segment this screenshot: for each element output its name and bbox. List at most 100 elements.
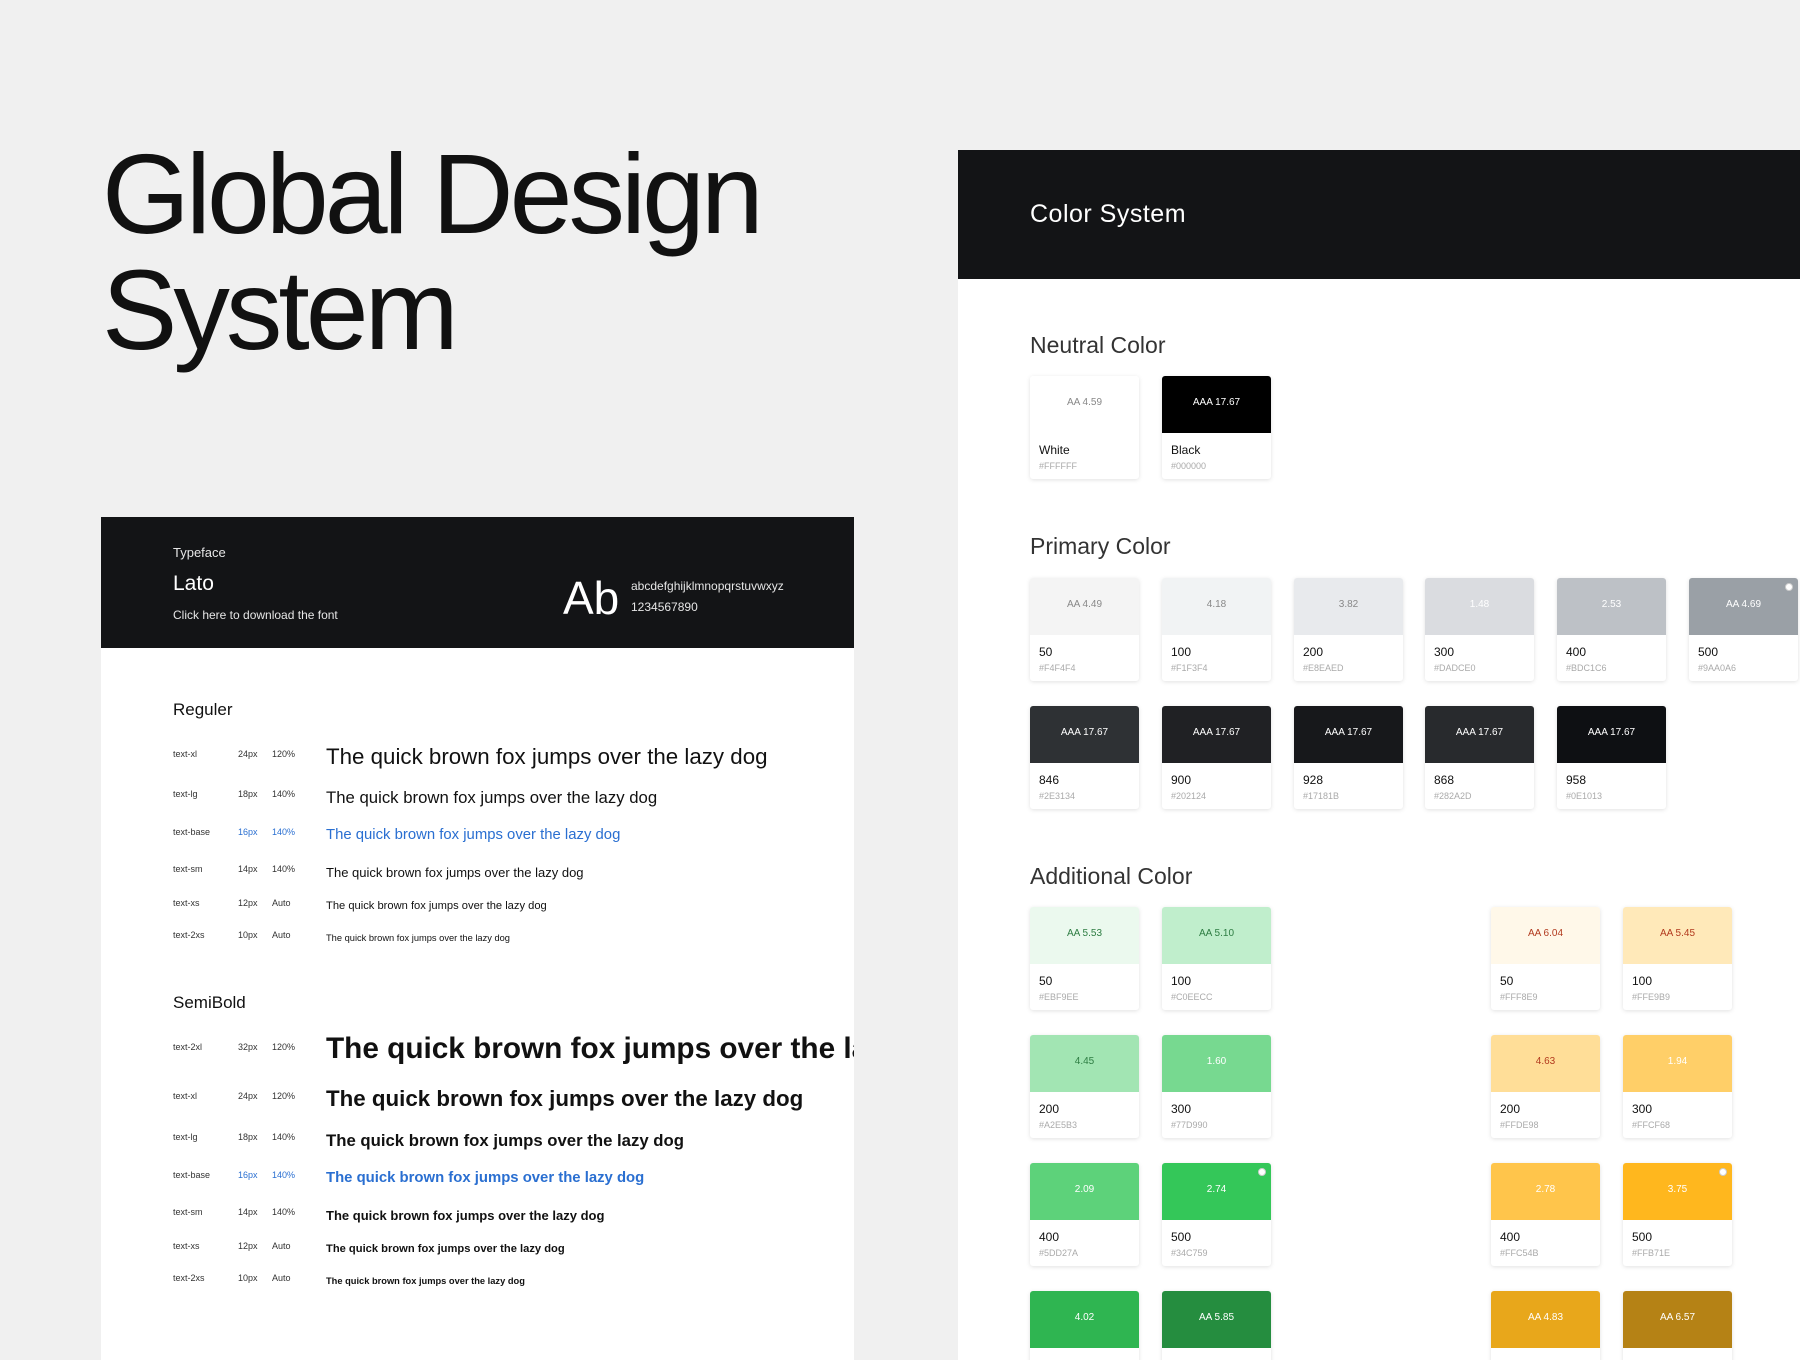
swatch-name: White bbox=[1039, 443, 1070, 457]
color-swatch[interactable]: AA 4.59 White #FFFFFF bbox=[1030, 376, 1139, 479]
contrast-ratio: AA 6.04 bbox=[1527, 928, 1564, 939]
swatch-color: 3.82 bbox=[1294, 578, 1403, 635]
swatch-name: 500 bbox=[1698, 645, 1719, 659]
color-swatch[interactable]: AAA 17.67 928 #17181B bbox=[1294, 706, 1403, 809]
type-size: 24px bbox=[238, 1091, 258, 1101]
color-swatch[interactable]: AAA 17.67 900 #202124 bbox=[1162, 706, 1271, 809]
swatch-color: AA 4.69 bbox=[1689, 578, 1798, 635]
type-scale-row: text-xl 24px 120% The quick brown fox jumps… bbox=[173, 1086, 813, 1111]
swatch-hex: #202124 bbox=[1171, 791, 1207, 801]
type-sample-text: The quick brown fox jumps over the lazy … bbox=[326, 900, 547, 913]
contrast-ratio: 4.18 bbox=[1206, 599, 1227, 610]
contrast-ratio: AA 4.59 bbox=[1066, 397, 1103, 408]
neutral-color-heading: Neutral Color bbox=[1030, 332, 1166, 358]
type-scale-row: text-sm 14px 140% The quick brown fox jumps… bbox=[173, 1207, 813, 1227]
color-swatch[interactable]: AA 6.04 50 #FFF8E9 bbox=[1491, 907, 1600, 1010]
contrast-ratio: AA 5.85 bbox=[1198, 1312, 1235, 1323]
color-swatch[interactable]: AA 4.49 50 #F4F4F4 bbox=[1030, 578, 1139, 681]
swatch-color: AAA 17.67 bbox=[1030, 706, 1139, 763]
type-line-height: 120% bbox=[272, 1091, 296, 1101]
type-token: text-sm bbox=[173, 1207, 203, 1217]
swatch-color: AA 6.04 bbox=[1491, 907, 1600, 964]
type-line-height: 120% bbox=[272, 749, 296, 759]
contrast-ratio: AA 6.57 bbox=[1659, 1312, 1696, 1323]
typeface-alphabet: abcdefghijklmnopqrstuvwxyz bbox=[631, 579, 784, 593]
type-scale-row: text-lg 18px 140% The quick brown fox jumps… bbox=[173, 788, 813, 809]
typography-card: Typeface Lato Click here to download the… bbox=[101, 517, 854, 1360]
color-swatch[interactable]: AA 5.45 100 #FFE9B9 bbox=[1623, 907, 1732, 1010]
swatch-color: 4.63 bbox=[1491, 1035, 1600, 1092]
color-swatch[interactable]: AAA 17.67 Black #000000 bbox=[1162, 376, 1271, 479]
swatch-hex: #77D990 bbox=[1171, 1120, 1208, 1130]
type-sample-text: The quick brown fox jumps over the lazy … bbox=[326, 1243, 565, 1256]
swatch-name: 50 bbox=[1500, 974, 1514, 988]
color-swatch[interactable]: 3.75 500 #FFB71E bbox=[1623, 1163, 1732, 1266]
color-swatch[interactable]: 4.18 100 #F1F3F4 bbox=[1162, 578, 1271, 681]
swatch-hex: #000000 bbox=[1171, 461, 1207, 471]
color-swatch[interactable]: AA 5.10 100 #C0EECC bbox=[1162, 907, 1271, 1010]
color-swatch[interactable]: AA 4.83 bbox=[1491, 1291, 1600, 1360]
color-swatch[interactable]: 2.09 400 #5DD27A bbox=[1030, 1163, 1139, 1266]
color-swatch[interactable]: AA 6.57 bbox=[1623, 1291, 1732, 1360]
swatch-name: 300 bbox=[1434, 645, 1455, 659]
contrast-ratio: 2.74 bbox=[1206, 1184, 1227, 1195]
type-size: 18px bbox=[238, 789, 258, 799]
color-swatch[interactable]: AA 4.69 500 #9AA0A6 bbox=[1689, 578, 1798, 681]
color-swatch[interactable]: 1.48 300 #DADCE0 bbox=[1425, 578, 1534, 681]
type-line-height: 140% bbox=[272, 1207, 296, 1217]
color-swatch[interactable]: AAA 17.67 846 #2E3134 bbox=[1030, 706, 1139, 809]
swatch-hex: #DADCE0 bbox=[1434, 663, 1476, 673]
contrast-ratio: 2.09 bbox=[1074, 1184, 1095, 1195]
swatch-color: 4.45 bbox=[1030, 1035, 1139, 1092]
type-scale-row: text-base 16px 140% The quick brown fox jum… bbox=[173, 827, 813, 847]
swatch-name: 868 bbox=[1434, 773, 1455, 787]
contrast-ratio: 1.60 bbox=[1206, 1056, 1227, 1067]
swatch-color: 1.48 bbox=[1425, 578, 1534, 635]
type-size: 14px bbox=[238, 864, 258, 874]
type-token: text-xl bbox=[173, 749, 198, 759]
color-system-card: Color System Neutral Color Primary Color… bbox=[958, 150, 1800, 1360]
color-system-title: Color System bbox=[1030, 200, 1187, 228]
regular-heading: Reguler bbox=[173, 700, 233, 719]
color-swatch[interactable]: 2.78 400 #FFC54B bbox=[1491, 1163, 1600, 1266]
type-size: 18px bbox=[238, 1132, 258, 1142]
swatch-color: AA 5.85 bbox=[1162, 1291, 1271, 1348]
color-swatch[interactable]: 4.45 200 #A2E5B3 bbox=[1030, 1035, 1139, 1138]
swatch-color: 2.53 bbox=[1557, 578, 1666, 635]
color-swatch[interactable]: AAA 17.67 958 #0E1013 bbox=[1557, 706, 1666, 809]
color-swatch[interactable]: 1.94 300 #FFCF68 bbox=[1623, 1035, 1732, 1138]
contrast-ratio: AAA 17.67 bbox=[1192, 727, 1241, 738]
color-swatch[interactable]: AA 5.53 50 #EBF9EE bbox=[1030, 907, 1139, 1010]
selected-indicator-icon bbox=[1785, 583, 1793, 591]
color-swatch[interactable]: 1.60 300 #77D990 bbox=[1162, 1035, 1271, 1138]
hero-title-line2: System bbox=[102, 247, 459, 373]
swatch-color: AA 4.59 bbox=[1030, 376, 1139, 433]
type-line-height: Auto bbox=[272, 898, 291, 908]
type-token: text-xs bbox=[173, 1241, 200, 1251]
type-token: text-sm bbox=[173, 864, 203, 874]
color-swatch[interactable]: 3.82 200 #E8EAED bbox=[1294, 578, 1403, 681]
type-size: 24px bbox=[238, 749, 258, 759]
color-swatch[interactable]: 4.02 bbox=[1030, 1291, 1139, 1360]
swatch-name: 200 bbox=[1303, 645, 1324, 659]
swatch-hex: #FFC54B bbox=[1500, 1248, 1539, 1258]
type-line-height: 140% bbox=[272, 827, 296, 837]
color-swatch[interactable]: 4.63 200 #FFDE98 bbox=[1491, 1035, 1600, 1138]
type-scale-row: text-lg 18px 140% The quick brown fox jumps… bbox=[173, 1130, 813, 1152]
swatch-color: AAA 17.67 bbox=[1425, 706, 1534, 763]
swatch-color: AA 4.83 bbox=[1491, 1291, 1600, 1348]
color-swatch[interactable]: AAA 17.67 868 #282A2D bbox=[1425, 706, 1534, 809]
selected-indicator-icon bbox=[1719, 1168, 1727, 1176]
contrast-ratio: 3.82 bbox=[1338, 599, 1359, 610]
contrast-ratio: AA 4.69 bbox=[1725, 599, 1762, 610]
type-sample-text: The quick brown fox jumps over the lazy … bbox=[326, 1130, 684, 1150]
download-font-link[interactable]: Click here to download the font bbox=[173, 608, 338, 622]
swatch-hex: #FFB71E bbox=[1632, 1248, 1671, 1258]
color-swatch[interactable]: 2.74 500 #34C759 bbox=[1162, 1163, 1271, 1266]
color-swatch[interactable]: AA 5.85 bbox=[1162, 1291, 1271, 1360]
contrast-ratio: AAA 17.67 bbox=[1587, 727, 1636, 738]
contrast-ratio: 1.48 bbox=[1469, 599, 1490, 610]
type-token: text-xl bbox=[173, 1091, 198, 1101]
type-line-height: 140% bbox=[272, 1170, 296, 1180]
color-swatch[interactable]: 2.53 400 #BDC1C6 bbox=[1557, 578, 1666, 681]
